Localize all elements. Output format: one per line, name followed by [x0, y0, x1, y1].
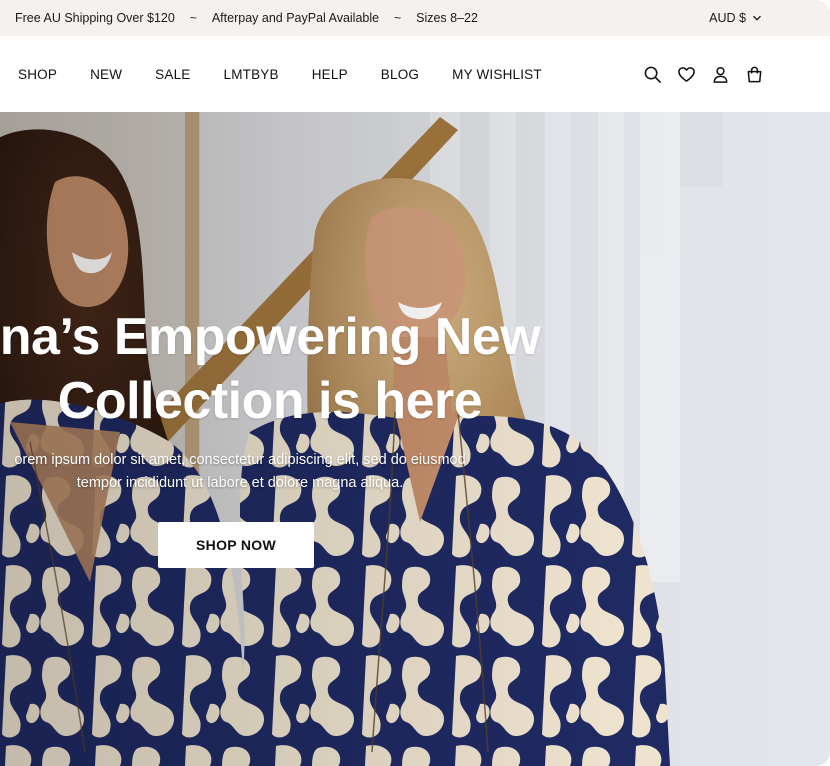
- hero-overlay: [0, 112, 830, 766]
- hero-title: na’s Empowering New Collection is here: [0, 305, 770, 433]
- announcement-bar: Free AU Shipping Over $120 ~ Afterpay an…: [0, 0, 830, 36]
- hero-banner: na’s Empowering New Collection is here o…: [0, 112, 830, 766]
- hero-title-line1: na’s Empowering New: [0, 308, 541, 366]
- nav-item-shop[interactable]: SHOP: [18, 67, 57, 82]
- shop-now-button[interactable]: SHOP NOW: [158, 522, 314, 568]
- announcement-separator: ~: [189, 11, 197, 25]
- hero-description: orem ipsum dolor sit amet, consectetur a…: [0, 449, 740, 495]
- heart-icon: [677, 66, 695, 82]
- nav-item-new[interactable]: NEW: [90, 67, 122, 82]
- bag-icon: [747, 66, 761, 82]
- currency-label: AUD $: [709, 11, 746, 25]
- header-icons: [642, 36, 764, 112]
- hero-description-line1: orem ipsum dolor sit amet, consectetur a…: [14, 452, 466, 468]
- account-icon: [713, 66, 727, 83]
- hero-title-line2: Collection is here: [57, 372, 483, 430]
- nav-item-sale[interactable]: SALE: [155, 67, 190, 82]
- page-frame: Free AU Shipping Over $120 ~ Afterpay an…: [0, 0, 830, 766]
- account-button[interactable]: [710, 64, 730, 84]
- announcement-sizes: Sizes 8–22: [416, 11, 478, 25]
- announcement-messages: Free AU Shipping Over $120 ~ Afterpay an…: [0, 11, 478, 25]
- cart-button[interactable]: [744, 64, 764, 84]
- nav-item-wishlist[interactable]: MY WISHLIST: [452, 67, 542, 82]
- main-nav: SHOP NEW SALE LMTBYB HELP BLOG MY WISHLI…: [18, 36, 575, 112]
- nav-item-help[interactable]: HELP: [312, 67, 348, 82]
- search-icon: [644, 66, 661, 83]
- announcement-shipping: Free AU Shipping Over $120: [15, 11, 175, 25]
- site-header: SHOP NEW SALE LMTBYB HELP BLOG MY WISHLI…: [0, 36, 830, 112]
- currency-selector[interactable]: AUD $: [709, 0, 762, 36]
- search-button[interactable]: [642, 64, 662, 84]
- nav-item-lmtbyb[interactable]: LMTBYB: [224, 67, 279, 82]
- hero-description-line2: tempor incididunt ut labore et dolore ma…: [76, 475, 404, 491]
- wishlist-button[interactable]: [676, 64, 696, 84]
- announcement-separator: ~: [394, 11, 402, 25]
- announcement-payment: Afterpay and PayPal Available: [211, 11, 380, 25]
- nav-item-blog[interactable]: BLOG: [381, 67, 419, 82]
- chevron-down-icon: [753, 15, 761, 21]
